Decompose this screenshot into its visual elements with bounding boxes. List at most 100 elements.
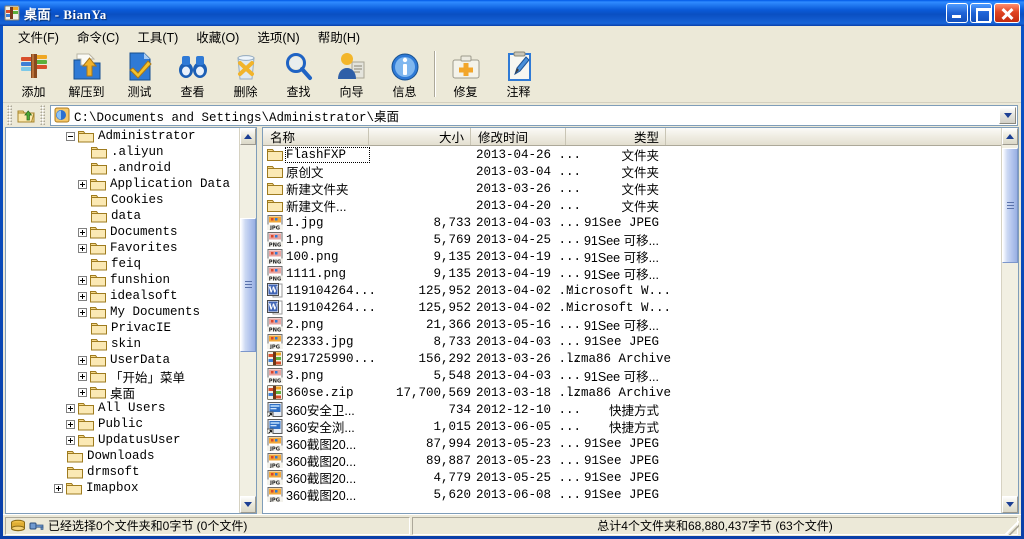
table-row[interactable]: 291725990... 156,292 2013-03-26 ... lzma86 … [263,350,1001,367]
menu-commands[interactable]: 命令(C) [68,25,128,48]
close-button[interactable] [994,3,1020,23]
table-row[interactable]: JPG 360截图20... 5,620 2013-06-08 ... 91See JP… [263,486,1001,503]
tree-toggle-plus-icon[interactable] [78,243,87,253]
folder-tree[interactable]: Administrator .aliyun .android Application … [6,128,239,513]
tree-item-allusers[interactable]: All Users [6,400,239,416]
toolbar-comment[interactable]: 注释 [492,49,545,101]
tree-item-android[interactable]: .android [6,160,239,176]
tree-toggle-plus-icon[interactable] [78,307,87,317]
list-scroll-down-button[interactable] [1002,496,1018,513]
list-vertical-scrollbar[interactable] [1001,128,1018,513]
column-name[interactable]: 名称 [263,128,369,145]
tree-item-public[interactable]: Public [6,416,239,432]
file-list-body[interactable]: FlashFXP 2013-04-26 ... 文件夹 原创文 2013-03-04 .… [263,146,1001,513]
tree-item-drmsoft[interactable]: drmsoft [6,464,239,480]
file-modified-cell: 2013-04-20 ... [476,198,582,213]
tree-item-aliyun[interactable]: .aliyun [6,144,239,160]
menu-favorites[interactable]: 收藏(O) [187,25,248,48]
tree-item-favorites[interactable]: Favorites [6,240,239,256]
table-row[interactable]: JPG 360截图20... 87,994 2013-05-23 ... 91See J… [263,435,1001,452]
table-row[interactable]: 原创文 2013-03-04 ... 文件夹 [263,163,1001,180]
tree-item-skin[interactable]: skin [6,336,239,352]
png-icon: PNG [267,368,283,384]
tree-item-imapbox[interactable]: Imapbox [6,480,239,496]
tree-scroll-thumb[interactable] [240,218,256,352]
table-row[interactable]: PNG 1111.png 9,135 2013-04-19 ... 91See 可移..… [263,265,1001,282]
menu-tools[interactable]: 工具(T) [128,25,187,48]
tree-item-applicationdata[interactable]: Application Data [6,176,239,192]
table-row[interactable]: 360安全浏... 1,015 2013-06-05 ... 快捷方式 [263,418,1001,436]
tree-item-documents[interactable]: Documents [6,224,239,240]
menu-file[interactable]: 文件(F) [9,25,68,48]
tree-item-cookies[interactable]: Cookies [6,192,239,208]
column-size[interactable]: 大小 [369,128,471,145]
tree-toggle-plus-icon[interactable] [66,435,75,445]
toolbar-info[interactable]: 信息 [378,49,431,101]
toolbar-test[interactable]: 测试 [113,49,166,101]
toolbar-add[interactable]: 添加 [7,49,60,101]
table-row[interactable]: JPG 22333.jpg 8,733 2013-04-03 ... 91See JPE… [263,333,1001,350]
tree-toggle-plus-icon[interactable] [66,419,75,429]
tree-toggle-plus-icon[interactable] [78,179,87,189]
up-one-level-icon[interactable] [14,104,38,126]
tree-item-privacie[interactable]: PrivacIE [6,320,239,336]
table-row[interactable]: JPG 360截图20... 4,779 2013-05-25 ... 91See JP… [263,469,1001,486]
tree-toggle-plus-icon[interactable] [54,483,63,493]
tree-toggle-minus-icon[interactable] [66,131,75,141]
tree-item-mydocuments[interactable]: My Documents [6,304,239,320]
address-combo[interactable]: C:\Documents and Settings\Administrator\… [50,104,1018,126]
tree-toggle-plus-icon[interactable] [78,387,87,397]
toolbar-grip[interactable] [7,105,12,125]
tree-toggle-plus-icon[interactable] [78,227,87,237]
file-size-cell: 9,135 [433,266,471,281]
table-row[interactable]: FlashFXP 2013-04-26 ... 文件夹 [263,146,1001,163]
tree-item-[interactable]: 桌面 [6,384,239,401]
toolbar-view[interactable]: 查看 [166,49,219,101]
tree-item-administrator[interactable]: Administrator [6,128,239,144]
toolbar-wizard[interactable]: 向导 [325,49,378,101]
addressbar-grip[interactable] [40,105,45,125]
tree-item-data[interactable]: data [6,208,239,224]
tree-vertical-scrollbar[interactable] [239,128,256,513]
table-row[interactable]: 新建文件夹 2013-03-26 ... 文件夹 [263,180,1001,197]
tree-toggle-plus-icon[interactable] [66,403,75,413]
table-row[interactable]: W 119104264... 125,952 2013-04-02 ... Micros… [263,282,1001,299]
column-modified[interactable]: 修改时间 [471,128,566,145]
list-scroll-thumb[interactable] [1002,148,1018,263]
maximize-button[interactable] [970,3,992,23]
tree-toggle-plus-icon[interactable] [78,291,87,301]
tree-item-funshion[interactable]: funshion [6,272,239,288]
toolbar-repair[interactable]: 修复 [439,49,492,101]
table-row[interactable]: 360安全卫... 734 2012-12-10 ... 快捷方式 [263,401,1001,419]
menu-options[interactable]: 选项(N) [248,25,308,48]
column-filler[interactable] [666,128,1001,145]
table-row[interactable]: JPG 360截图20... 89,887 2013-05-23 ... 91See J… [263,452,1001,469]
tree-scroll-down-button[interactable] [240,496,256,513]
tree-item-updatususer[interactable]: UpdatusUser [6,432,239,448]
tree-toggle-plus-icon[interactable] [78,355,87,365]
table-row[interactable]: JPG 1.jpg 8,733 2013-04-03 ... 91See JPEG [263,214,1001,231]
table-row[interactable]: W 119104264... 125,952 2013-04-02 ... Micros… [263,299,1001,316]
resize-grip[interactable] [1005,521,1019,535]
tree-toggle-plus-icon[interactable] [78,371,87,381]
list-scroll-up-button[interactable] [1002,128,1018,145]
menu-help[interactable]: 帮助(H) [309,25,369,48]
chevron-down-icon[interactable] [999,106,1016,124]
key-icon [29,519,45,533]
tree-item-downloads[interactable]: Downloads [6,448,239,464]
tree-scroll-up-button[interactable] [240,128,256,145]
table-row[interactable]: PNG 2.png 21,366 2013-05-16 ... 91See 可移... [263,316,1001,333]
table-row[interactable]: PNG 3.png 5,548 2013-04-03 ... 91See 可移... [263,367,1001,384]
column-type[interactable]: 类型 [566,128,666,145]
table-row[interactable]: PNG 1.png 5,769 2013-04-25 ... 91See 可移... [263,231,1001,248]
toolbar-find[interactable]: 查找 [272,49,325,101]
tree-toggle-plus-icon[interactable] [78,275,87,285]
tree-item-feiq[interactable]: feiq [6,256,239,272]
table-row[interactable]: 新建文件... 2013-04-20 ... 文件夹 [263,197,1001,214]
table-row[interactable]: PNG 100.png 9,135 2013-04-19 ... 91See 可移... [263,248,1001,265]
minimize-button[interactable] [946,3,968,23]
table-row[interactable]: 360se.zip 17,700,569 2013-03-18 ... lzma86 … [263,384,1001,401]
toolbar-extract-to[interactable]: 解压到 [60,49,113,101]
tree-item-idealsoft[interactable]: idealsoft [6,288,239,304]
toolbar-delete[interactable]: 删除 [219,49,272,101]
